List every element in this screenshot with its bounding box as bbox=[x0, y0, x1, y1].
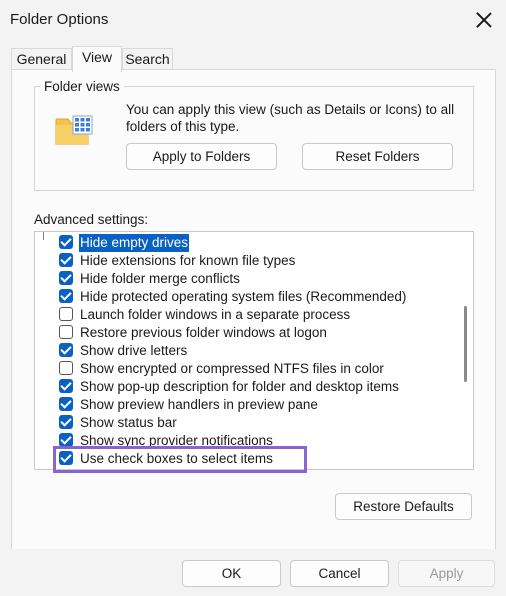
cancel-button[interactable]: Cancel bbox=[290, 560, 389, 587]
checkbox[interactable] bbox=[59, 253, 73, 267]
checkbox[interactable] bbox=[59, 271, 73, 285]
reset-folders-button[interactable]: Reset Folders bbox=[302, 143, 453, 170]
list-item-label: Hide protected operating system files (R… bbox=[80, 289, 407, 304]
list-item-label: Show encrypted or compressed NTFS files … bbox=[80, 361, 384, 376]
checkbox[interactable] bbox=[59, 451, 73, 465]
folder-grid-icon bbox=[55, 115, 93, 145]
checkbox[interactable] bbox=[59, 325, 73, 339]
apply-button[interactable]: Apply bbox=[398, 560, 495, 587]
list-item[interactable]: Hide extensions for known file types bbox=[59, 252, 459, 270]
list-item-label: Show pop-up description for folder and d… bbox=[80, 379, 399, 394]
list-item[interactable]: Use check boxes to select items bbox=[59, 450, 459, 468]
list-item-label: Show sync provider notifications bbox=[80, 433, 273, 448]
list-item[interactable]: Show sync provider notifications bbox=[59, 432, 459, 450]
view-tab-panel: Folder views You can apply this view (su… bbox=[11, 69, 496, 551]
advanced-settings-list[interactable]: Hide empty drives Hide extensions for kn… bbox=[34, 231, 474, 470]
list-item-label: Hide folder merge conflicts bbox=[80, 271, 240, 286]
list-item-label: Hide extensions for known file types bbox=[80, 253, 296, 268]
list-item[interactable]: Show preview handlers in preview pane bbox=[59, 396, 459, 414]
list-item-label: Launch folder windows in a separate proc… bbox=[80, 307, 351, 322]
list-item-label: Use check boxes to select items bbox=[80, 451, 273, 466]
list-item[interactable]: Launch folder windows in a separate proc… bbox=[59, 306, 459, 324]
window-title: Folder Options bbox=[10, 11, 109, 28]
tab-view[interactable]: View bbox=[72, 46, 122, 72]
folder-views-description: You can apply this view (such as Details… bbox=[126, 102, 455, 134]
list-item[interactable]: Show status bar bbox=[59, 414, 459, 432]
list-item-label: Hide empty drives bbox=[79, 234, 190, 252]
scrollbar-thumb[interactable] bbox=[464, 306, 467, 382]
list-item-label: Show preview handlers in preview pane bbox=[80, 397, 318, 412]
checkbox[interactable] bbox=[59, 415, 73, 429]
tab-search[interactable]: Search bbox=[122, 48, 173, 70]
list-item-label: Restore previous folder windows at logon bbox=[80, 325, 327, 340]
tree-line bbox=[43, 232, 44, 240]
checkbox[interactable] bbox=[59, 379, 73, 393]
list-item[interactable]: Show encrypted or compressed NTFS files … bbox=[59, 360, 459, 378]
list-item[interactable]: Show pop-up description for folder and d… bbox=[59, 378, 459, 396]
close-icon[interactable] bbox=[472, 8, 496, 32]
folder-views-group: Folder views You can apply this view (su… bbox=[34, 79, 474, 191]
dialog-footer: OK Cancel Apply bbox=[0, 549, 506, 596]
list-item-label: Show status bar bbox=[80, 415, 177, 430]
list-item[interactable]: Hide folder merge conflicts bbox=[59, 270, 459, 288]
checkbox[interactable] bbox=[59, 397, 73, 411]
apply-to-folders-button[interactable]: Apply to Folders bbox=[126, 143, 277, 170]
checkbox[interactable] bbox=[59, 343, 73, 357]
list-item[interactable]: Hide protected operating system files (R… bbox=[59, 288, 459, 306]
checkbox[interactable] bbox=[59, 289, 73, 303]
list-item-label: Show drive letters bbox=[80, 343, 188, 358]
ok-button[interactable]: OK bbox=[182, 560, 281, 587]
list-item[interactable]: Show drive letters bbox=[59, 342, 459, 360]
checkbox[interactable] bbox=[59, 361, 73, 375]
list-item[interactable]: Restore previous folder windows at logon bbox=[59, 324, 459, 342]
list-item[interactable]: Hide empty drives bbox=[59, 234, 459, 252]
checkbox[interactable] bbox=[59, 433, 73, 447]
checkbox[interactable] bbox=[59, 235, 73, 249]
title-bar: Folder Options bbox=[0, 0, 506, 40]
folder-views-label: Folder views bbox=[40, 79, 124, 94]
tab-general[interactable]: General bbox=[11, 48, 72, 70]
restore-defaults-button[interactable]: Restore Defaults bbox=[335, 493, 472, 520]
checkbox[interactable] bbox=[59, 307, 73, 321]
advanced-settings-label: Advanced settings: bbox=[34, 212, 149, 227]
